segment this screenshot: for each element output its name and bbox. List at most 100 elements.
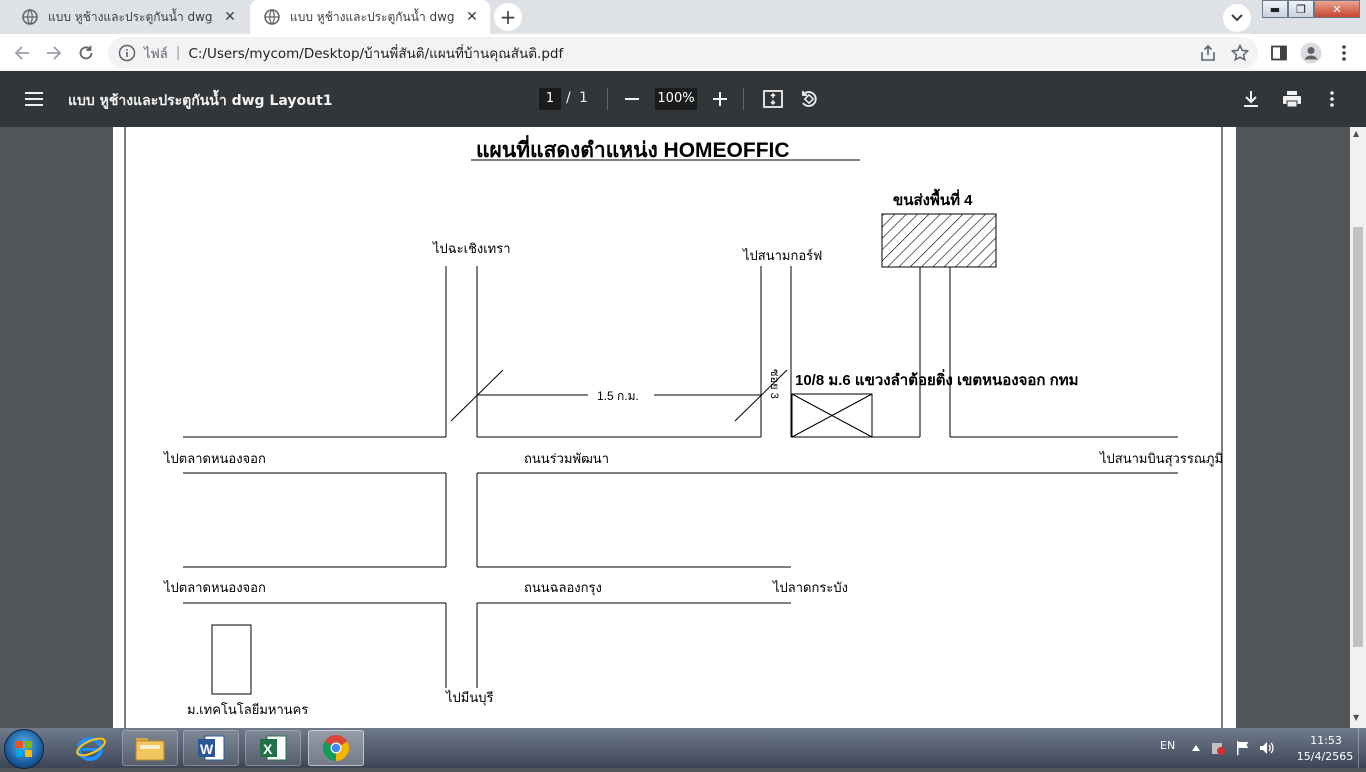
show-hidden-icons-button[interactable]	[1188, 740, 1204, 756]
fit-to-page-icon	[763, 90, 783, 108]
star-icon	[1231, 44, 1249, 62]
side-panel-icon	[1271, 45, 1287, 61]
label-to-golf: ไปสนามกอร์ฟ	[742, 248, 822, 263]
label-distance: 1.5 ก.ม.	[597, 389, 639, 403]
close-icon[interactable]: ✕	[464, 9, 480, 25]
label-to-chachoengsao: ไปฉะเชิงเทรา	[432, 241, 511, 256]
pdf-page: แผนที่แสดงตำแหน่ง HOMEOFFIC ขนส่งพื้นที่…	[113, 127, 1236, 728]
hamburger-menu-icon	[25, 92, 43, 106]
windows-taskbar: W X EN 11:53 15/4/2565	[0, 728, 1366, 769]
tab-2[interactable]: แบบ หูช้างและประตูกันน้ำ dwg Layout1 ✕	[250, 0, 490, 34]
vertical-scrollbar[interactable]: ▲ ▼	[1350, 127, 1366, 728]
pdf-more-button[interactable]	[1320, 87, 1344, 111]
scrollbar-thumb[interactable]	[1353, 227, 1363, 647]
taskbar-internet-explorer[interactable]	[62, 730, 118, 766]
page-total: 1	[579, 90, 588, 106]
forward-button[interactable]	[40, 39, 68, 67]
tab-title: แบบ หูช้างและประตูกันน้ำ dwg Layout1	[48, 9, 216, 24]
reload-button[interactable]	[72, 39, 100, 67]
share-button[interactable]	[1197, 42, 1219, 64]
label-to-lat-krabang: ไปลาดกระบัง	[772, 580, 848, 595]
close-icon[interactable]: ✕	[222, 9, 238, 25]
fit-page-button[interactable]	[761, 87, 785, 111]
toolbar-divider	[743, 88, 744, 110]
info-icon	[118, 44, 136, 62]
close-icon: ✕	[1332, 2, 1342, 16]
zoom-in-button[interactable]	[708, 87, 732, 111]
show-desktop-button[interactable]	[1358, 728, 1366, 768]
window-close-button[interactable]: ✕	[1314, 0, 1360, 18]
plus-icon	[713, 92, 727, 106]
address-bar[interactable]: ไฟล์ | C:/Users/mycom/Desktop/บ้านพี่สัน…	[108, 37, 1258, 69]
side-panel-button[interactable]	[1268, 42, 1290, 64]
tab-1[interactable]: แบบ หูช้างและประตูกันน้ำ dwg Layout1 ✕	[8, 0, 248, 34]
taskbar-word[interactable]: W	[183, 730, 239, 766]
scroll-up-icon[interactable]: ▲	[1353, 129, 1359, 138]
chevron-up-icon	[1192, 745, 1200, 751]
label-warehouse: ขนส่งพื้นที่ 4	[893, 188, 973, 209]
minus-icon	[625, 98, 639, 100]
restore-icon: ❐	[1296, 2, 1306, 16]
start-button[interactable]	[4, 729, 44, 769]
taskbar-excel[interactable]: X	[245, 730, 301, 766]
taskbar-chrome[interactable]	[308, 730, 364, 766]
clock-date[interactable]: 15/4/2565	[1290, 750, 1360, 763]
url-text[interactable]: C:/Users/mycom/Desktop/บ้านพี่สันติ/แผนท…	[188, 42, 563, 64]
label-address: 10/8 ม.6 แขวงลำต้อยติ่ง เขตหนองจอก กทม	[795, 369, 1078, 389]
browser-toolbar: ไฟล์ | C:/Users/mycom/Desktop/บ้านพี่สัน…	[0, 34, 1366, 71]
word-icon: W	[198, 735, 225, 761]
scroll-down-icon[interactable]: ▼	[1353, 713, 1359, 722]
tab-search-button[interactable]	[1223, 4, 1251, 32]
svg-text:X: X	[263, 741, 273, 757]
label-road-ruam-phatthana: ถนนร่วมพัฒนา	[524, 451, 609, 466]
bookmark-button[interactable]	[1229, 42, 1251, 64]
location-map: แผนที่แสดงตำแหน่ง HOMEOFFIC ขนส่งพื้นที่…	[124, 127, 1223, 728]
print-button[interactable]	[1280, 87, 1304, 111]
pdf-viewer[interactable]: แผนที่แสดงตำแหน่ง HOMEOFFIC ขนส่งพื้นที่…	[0, 127, 1350, 728]
print-icon	[1283, 91, 1301, 108]
page-number-input[interactable]: 1	[539, 88, 561, 110]
pdf-menu-button[interactable]	[22, 87, 46, 111]
action-center-button[interactable]	[1235, 740, 1251, 756]
internet-explorer-icon	[76, 737, 106, 761]
clock-time[interactable]: 11:53	[1296, 734, 1356, 747]
download-button[interactable]	[1239, 87, 1263, 111]
pdf-title: แบบ หูช้างและประตูกันน้ำ dwg Layout1	[68, 93, 333, 109]
speaker-icon	[1260, 742, 1274, 754]
label-to-lat-nong-chok: ไปตลาดหนองจอก	[163, 451, 266, 466]
back-button[interactable]	[8, 39, 36, 67]
more-vert-icon	[1330, 91, 1334, 107]
chrome-icon	[322, 735, 350, 762]
chevron-down-icon	[1231, 14, 1243, 22]
zoom-input[interactable]: 100%	[655, 88, 697, 110]
label-to-min-buri: ไปมีนบุรี	[445, 690, 493, 706]
menu-button[interactable]	[1333, 42, 1355, 64]
rotate-icon	[802, 91, 817, 107]
tab-strip: แบบ หูช้างและประตูกันน้ำ dwg Layout1 ✕ แ…	[0, 0, 1366, 34]
minimize-icon: ▬	[1269, 2, 1281, 16]
pdf-toolbar: แบบ หูช้างและประตูกันน้ำ dwg Layout1 1 /…	[0, 71, 1366, 127]
scheme-separator: |	[175, 45, 181, 61]
globe-icon	[22, 9, 38, 25]
taskbar-file-explorer[interactable]	[122, 730, 178, 766]
avatar-icon	[1300, 42, 1322, 64]
page-separator: /	[566, 90, 571, 106]
language-indicator[interactable]: EN	[1160, 739, 1175, 752]
label-soi: ซอย 3	[768, 369, 780, 399]
toolbar-divider	[607, 88, 608, 110]
maximize-button[interactable]: ❐	[1288, 0, 1314, 18]
share-icon	[1201, 44, 1215, 61]
profile-button[interactable]	[1300, 42, 1322, 64]
security-alert-icon	[1212, 743, 1225, 755]
rotate-button[interactable]	[797, 87, 821, 111]
excel-icon: X	[260, 735, 287, 761]
new-tab-button[interactable]: +	[494, 3, 522, 31]
minimize-button[interactable]: ▬	[1262, 0, 1288, 18]
zoom-out-button[interactable]	[620, 87, 644, 111]
volume-button[interactable]	[1259, 740, 1275, 756]
tray-app-icon[interactable]	[1210, 740, 1226, 756]
arrow-left-icon	[14, 46, 29, 60]
label-to-suvarnabhumi: ไปสนามบินสุวรรณภูมิ	[1099, 451, 1223, 467]
tab-title: แบบ หูช้างและประตูกันน้ำ dwg Layout1	[290, 9, 458, 24]
folder-icon	[135, 738, 165, 761]
